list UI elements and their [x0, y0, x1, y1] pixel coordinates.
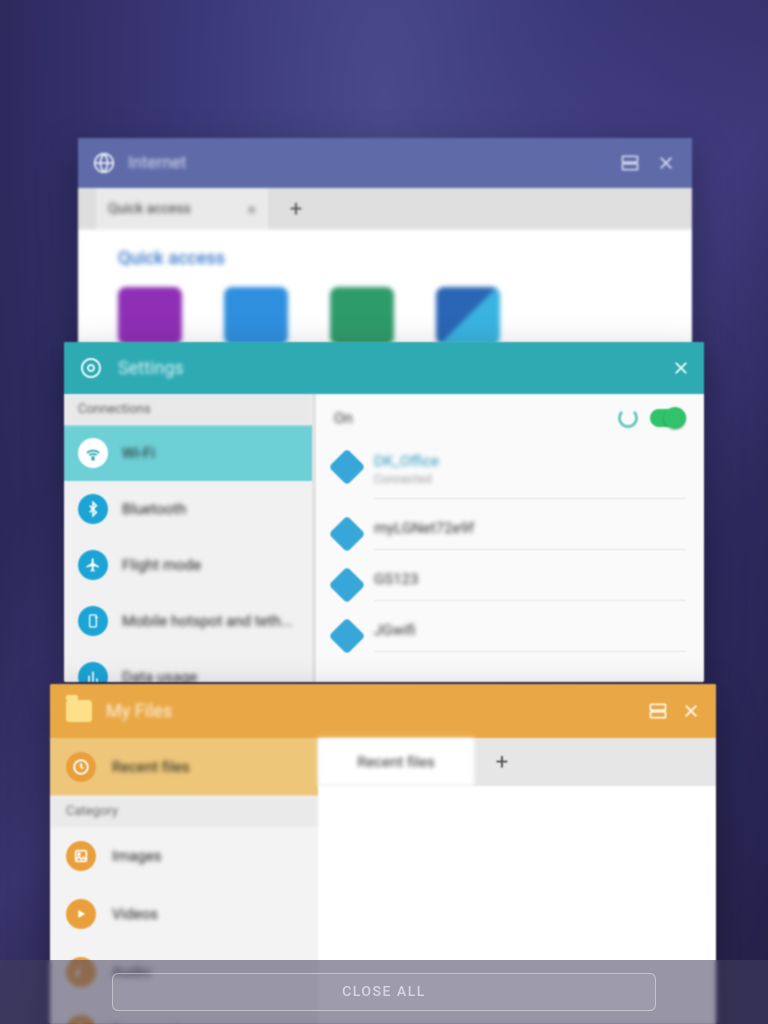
sidebar-item-label: Flight mode [122, 556, 201, 574]
recent-app-settings[interactable]: Settings Connections Wi-Fi Bluetooth [64, 342, 704, 682]
image-icon [66, 841, 96, 871]
sidebar-item-label: Wi-Fi [122, 444, 155, 462]
tab-close-icon[interactable]: × [247, 200, 256, 219]
sidebar-item-data-usage[interactable]: Data usage [64, 649, 312, 682]
recents-bottombar: CLOSE ALL [0, 960, 768, 1024]
video-icon [66, 899, 96, 929]
sidebar-item-bluetooth[interactable]: Bluetooth [64, 481, 312, 537]
data-usage-icon [78, 662, 108, 682]
sidebar-item-images[interactable]: Images [50, 827, 318, 885]
files-title: My Files [106, 701, 172, 722]
hotspot-icon [78, 606, 108, 636]
globe-icon [92, 151, 116, 175]
close-icon[interactable] [654, 151, 678, 175]
wifi-network-row[interactable]: DK_Office Connected [316, 442, 704, 509]
section-header: Connections [64, 394, 312, 425]
network-ssid: myLGNet72e9f [374, 519, 686, 537]
split-view-icon[interactable] [618, 151, 642, 175]
close-all-button[interactable]: CLOSE ALL [112, 973, 656, 1011]
recent-app-internet[interactable]: Internet Quick access × + Quick access [78, 138, 692, 368]
sidebar-item-recent-files[interactable]: Recent files [50, 738, 318, 796]
split-view-icon[interactable] [648, 701, 668, 721]
network-ssid: JGwifi [374, 621, 686, 639]
quick-tile[interactable] [436, 287, 500, 345]
wifi-icon [329, 516, 366, 553]
network-status: Connected [374, 472, 686, 486]
files-tab[interactable]: Recent files [318, 738, 474, 786]
internet-titlebar: Internet [78, 138, 692, 188]
sidebar-item-videos[interactable]: Videos [50, 885, 318, 943]
wifi-icon [329, 618, 366, 655]
new-tab-button[interactable]: + [268, 188, 324, 230]
sidebar-item-label: Bluetooth [122, 500, 186, 518]
wifi-toggle[interactable] [650, 409, 686, 427]
bluetooth-icon [78, 494, 108, 524]
close-icon[interactable] [682, 702, 700, 720]
files-titlebar: My Files [50, 684, 716, 738]
settings-title: Settings [118, 358, 184, 379]
sidebar-item-label: Images [112, 847, 162, 865]
sidebar-item-label: Data usage [122, 668, 197, 682]
sidebar-item-wifi[interactable]: Wi-Fi [64, 425, 312, 481]
network-ssid: GS123 [374, 570, 686, 588]
close-icon[interactable] [672, 359, 690, 377]
clock-icon [66, 752, 96, 782]
sidebar-item-label: Recent files [112, 758, 190, 776]
wifi-network-row[interactable]: JGwifi [316, 611, 704, 662]
internet-title: Internet [128, 153, 186, 173]
tab-label: Quick access [108, 201, 191, 217]
sidebar-item-flight-mode[interactable]: Flight mode [64, 537, 312, 593]
files-tabs: Recent files + [318, 738, 716, 786]
settings-main: On DK_Office Connected myLGNet72e9f GS12… [316, 394, 704, 682]
quick-tile[interactable] [330, 287, 394, 345]
page-heading: Quick access [118, 248, 652, 269]
browser-tabs: Quick access × + [78, 188, 692, 230]
settings-titlebar: Settings [64, 342, 704, 394]
new-tab-button[interactable]: + [474, 738, 530, 786]
wifi-network-row[interactable]: GS123 [316, 560, 704, 611]
wifi-status-label: On [334, 409, 353, 427]
sidebar-item-label: Videos [112, 905, 158, 923]
wifi-status-row: On [316, 394, 704, 442]
wifi-icon [329, 567, 366, 604]
wifi-network-row[interactable]: myLGNet72e9f [316, 509, 704, 560]
wifi-icon [78, 438, 108, 468]
browser-tab[interactable]: Quick access × [96, 188, 268, 230]
network-ssid: DK_Office [374, 452, 686, 470]
wifi-icon [329, 449, 366, 486]
settings-sidebar: Connections Wi-Fi Bluetooth Flight mode [64, 394, 316, 682]
sidebar-item-label: Mobile hotspot and teth... [122, 612, 293, 630]
refresh-icon[interactable] [618, 408, 638, 428]
gear-icon [78, 355, 104, 381]
section-header: Category [50, 796, 318, 827]
sidebar-item-hotspot[interactable]: Mobile hotspot and teth... [64, 593, 312, 649]
folder-icon [66, 700, 92, 722]
quick-tile[interactable] [118, 287, 182, 345]
airplane-icon [78, 550, 108, 580]
quick-tile[interactable] [224, 287, 288, 345]
